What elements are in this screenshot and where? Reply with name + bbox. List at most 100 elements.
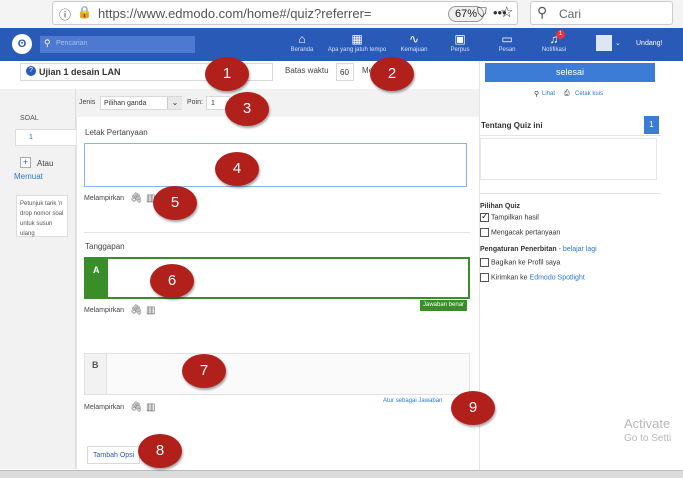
question-type-value: Pilihan ganda bbox=[104, 100, 147, 107]
nav-library[interactable]: ▣ Perpus bbox=[434, 31, 486, 53]
option-b-attach-label: Melampirkan bbox=[84, 404, 125, 411]
activation-watermark-line2: Go to Setti bbox=[624, 433, 672, 444]
responses-title: Tanggapan bbox=[85, 242, 125, 251]
paperclip-icon[interactable]: 🖇 bbox=[130, 193, 143, 204]
add-option-button[interactable]: Tambah Opsi bbox=[87, 446, 140, 464]
nav-notifications-label: Notifikasi bbox=[541, 47, 567, 53]
invite-link[interactable]: Undang! bbox=[636, 40, 662, 47]
divider bbox=[84, 232, 470, 233]
annotation-marker-4: 4 bbox=[215, 152, 259, 186]
top-nav: ʘ ⚲ Pencarian ⌂ Beranda ▦ Apa yang jatuh t… bbox=[0, 28, 683, 61]
nav-progress[interactable]: ∿ Kemajuan bbox=[388, 31, 440, 53]
nav-library-label: Perpus bbox=[450, 47, 470, 53]
shuffle-label: Mengacak pertanyaan bbox=[491, 229, 561, 237]
done-button[interactable]: selesai bbox=[485, 63, 655, 82]
annotation-marker-6: 6 bbox=[150, 264, 194, 298]
bell-icon: ♫ bbox=[549, 32, 559, 46]
calendar-icon: ▦ bbox=[351, 32, 363, 46]
answer-option-b[interactable]: B bbox=[84, 353, 470, 395]
bookmark-star-icon[interactable]: ☆ bbox=[500, 3, 513, 21]
message-icon: ▭ bbox=[501, 32, 513, 46]
library-attach-icon[interactable]: ▥ bbox=[146, 402, 155, 413]
question-tab-number: 1 bbox=[29, 134, 33, 141]
address-bar[interactable]: ⓘ 🔒 https://www.edmodo.com/home#/quiz?re… bbox=[52, 1, 518, 25]
send-to-label: Kirimkan ke bbox=[491, 274, 528, 282]
show-results-label: Tampilkan hasil bbox=[491, 214, 539, 222]
edmodo-logo-icon[interactable]: ʘ bbox=[12, 34, 32, 54]
about-description-box[interactable] bbox=[480, 138, 657, 180]
spotlight-link[interactable]: Edmodo Spotlight bbox=[530, 274, 585, 281]
nav-progress-label: Kemajuan bbox=[400, 47, 428, 53]
paperclip-icon[interactable]: 🖇 bbox=[130, 305, 143, 316]
printer-icon: ⎙ bbox=[564, 90, 570, 97]
share-profile-checkbox[interactable] bbox=[480, 258, 489, 267]
points-value: 1 bbox=[211, 100, 215, 107]
learn-more-link[interactable]: belajar lagi bbox=[563, 246, 597, 253]
answer-option-a[interactable]: A bbox=[84, 257, 470, 299]
question-sidebar bbox=[0, 89, 76, 469]
url-text[interactable]: https://www.edmodo.com/home#/quiz?referr… bbox=[98, 6, 398, 21]
add-or-label: Atau bbox=[37, 159, 54, 168]
nav-search-input[interactable]: ⚲ Pencarian bbox=[40, 36, 195, 53]
info-icon[interactable]: ⓘ bbox=[59, 6, 71, 23]
question-text-input[interactable] bbox=[84, 143, 467, 187]
help-icon: ? bbox=[26, 66, 36, 76]
pocket-icon[interactable]: ⛉ bbox=[477, 5, 487, 21]
nav-due[interactable]: ▦ Apa yang jatuh tempo bbox=[322, 31, 392, 53]
nav-notifications[interactable]: ♫ Notifikasi bbox=[528, 31, 580, 53]
progress-icon: ∿ bbox=[408, 32, 420, 46]
about-title: Tentang Quiz ini bbox=[481, 121, 543, 130]
shuffle-checkbox[interactable] bbox=[480, 228, 489, 237]
paperclip-icon[interactable]: 🖇 bbox=[130, 402, 143, 413]
publish-settings-heading: Pengaturan Penerbitan - belajar lagi bbox=[480, 246, 597, 253]
browser-search[interactable]: ⚲ Cari bbox=[530, 1, 673, 25]
browser-search-placeholder: Cari bbox=[559, 7, 582, 21]
nav-search-placeholder: Pencarian bbox=[56, 40, 88, 47]
notification-count-badge: 1 bbox=[556, 30, 565, 39]
time-limit-input[interactable]: 60 bbox=[336, 63, 354, 81]
add-option-label: Tambah Opsi bbox=[93, 452, 135, 459]
add-question-button[interactable]: + bbox=[20, 157, 31, 168]
chevron-down-icon[interactable]: ⌄ bbox=[615, 39, 621, 47]
show-results-checkbox[interactable] bbox=[480, 211, 489, 222]
option-b-letter: B bbox=[92, 360, 99, 370]
annotation-marker-5: 5 bbox=[153, 186, 197, 220]
library-attach-icon[interactable]: ▥ bbox=[146, 305, 155, 316]
reorder-hint-text: Petunjuk tarik 'n drop nomor soal untuk … bbox=[20, 201, 64, 237]
preview-link[interactable]: Lihat bbox=[542, 91, 555, 97]
question-tab-1[interactable]: 1 bbox=[15, 129, 76, 146]
option-show-results[interactable]: Tampilkan hasil bbox=[480, 211, 539, 222]
preview-icon: ⚲ bbox=[534, 91, 540, 98]
set-correct-link[interactable]: Atur sebagai Jawaban bbox=[383, 398, 442, 404]
annotation-marker-1: 1 bbox=[205, 57, 249, 91]
option-send-spotlight[interactable]: Kirimkan ke Edmodo Spotlight bbox=[480, 273, 585, 282]
annotation-marker-7: 7 bbox=[182, 354, 226, 388]
nav-messages[interactable]: ▭ Pesan bbox=[481, 31, 533, 53]
reorder-hint: Petunjuk tarik 'n drop nomor soal untuk … bbox=[16, 195, 68, 237]
spotlight-checkbox[interactable] bbox=[480, 273, 489, 282]
option-a-attach-label: Melampirkan bbox=[84, 307, 125, 314]
quiz-title-text: Ujian 1 desain LAN bbox=[39, 67, 121, 77]
option-shuffle[interactable]: Mengacak pertanyaan bbox=[480, 228, 560, 237]
question-section-title: Letak Pertanyaan bbox=[85, 128, 148, 137]
question-attach-label: Melampirkan bbox=[84, 195, 125, 202]
quiz-options-title: Pilihan Quiz bbox=[480, 203, 521, 210]
annotation-marker-3: 3 bbox=[225, 92, 269, 126]
nav-messages-label: Pesan bbox=[498, 47, 516, 53]
home-icon: ⌂ bbox=[298, 32, 306, 46]
load-link[interactable]: Memuat bbox=[14, 172, 43, 181]
taskbar-edge bbox=[0, 470, 683, 478]
about-header: Tentang Quiz ini 1 bbox=[479, 116, 661, 136]
option-b-letter-box: B bbox=[85, 354, 107, 394]
question-type-select[interactable]: Pilihan ganda ⌄ bbox=[100, 96, 182, 110]
option-a-letter: A bbox=[93, 265, 100, 275]
print-link[interactable]: Cetak kuis bbox=[575, 91, 603, 97]
option-share-profile[interactable]: Bagikan ke Profil saya bbox=[480, 258, 560, 267]
done-button-label: selesai bbox=[555, 67, 584, 77]
publish-title: Pengaturan Penerbitan bbox=[480, 246, 557, 253]
avatar[interactable] bbox=[596, 35, 612, 51]
nav-home-label: Beranda bbox=[290, 47, 314, 53]
nav-home[interactable]: ⌂ Beranda bbox=[276, 31, 328, 53]
activation-watermark-line1: Activate bbox=[624, 416, 671, 431]
time-limit-label: Batas waktu bbox=[285, 66, 329, 75]
